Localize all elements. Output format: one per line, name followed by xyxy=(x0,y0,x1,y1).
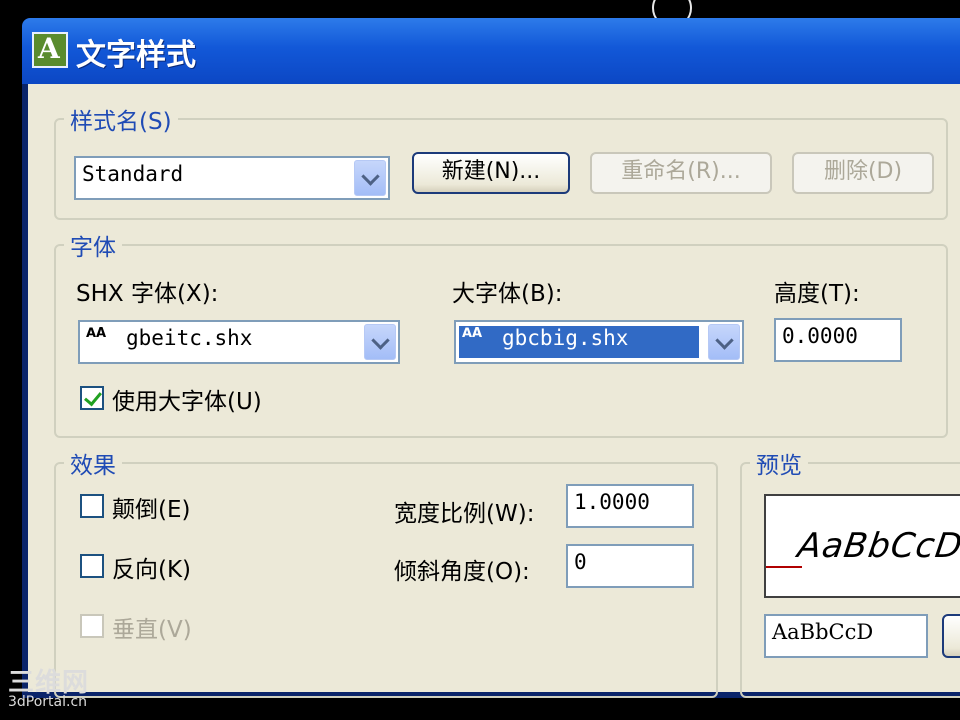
preview-sample-text: AaBbCcD xyxy=(795,526,960,566)
upside-down-label: 颠倒(E) xyxy=(112,497,191,523)
height-label: 高度(T): xyxy=(774,281,860,307)
chevron-down-icon[interactable] xyxy=(364,324,396,360)
text-style-dialog: A 文字样式 样式名(S) Standard 新建(N)... 重命名(R)..… xyxy=(22,18,960,698)
shx-font-dropdown[interactable]: ꓮA gbeitc.shx xyxy=(78,320,400,364)
rename-style-button[interactable]: 重命名(R)... xyxy=(590,152,772,194)
height-input[interactable]: 0.0000 xyxy=(774,318,902,362)
backwards-label: 反向(K) xyxy=(112,557,192,583)
oblique-angle-input[interactable]: 0 xyxy=(566,544,694,588)
preview-button[interactable] xyxy=(942,614,960,658)
big-font-label: 大字体(B): xyxy=(452,281,563,307)
big-font-icon: ꓮA xyxy=(462,326,483,341)
upside-down-checkbox[interactable] xyxy=(80,494,104,518)
dialog-client-area: 样式名(S) Standard 新建(N)... 重命名(R)... 删除(D)… xyxy=(28,84,960,698)
backwards-checkbox[interactable] xyxy=(80,554,104,578)
new-style-button[interactable]: 新建(N)... xyxy=(412,152,570,194)
font-group-label: 字体 xyxy=(64,228,122,262)
use-big-font-checkbox[interactable] xyxy=(80,386,104,410)
width-factor-input[interactable]: 1.0000 xyxy=(566,484,694,528)
effects-group-label: 效果 xyxy=(64,446,122,480)
width-factor-label: 宽度比例(W): xyxy=(394,501,535,527)
preview-text-input[interactable]: AaBbCcD xyxy=(764,614,928,658)
preview-baseline xyxy=(766,566,802,568)
vertical-label: 垂直(V) xyxy=(112,617,192,643)
big-font-value: gbcbig.shx xyxy=(502,326,629,350)
shx-font-label: SHX 字体(X): xyxy=(76,281,219,307)
style-name-value: Standard xyxy=(82,162,184,186)
shx-font-value: gbeitc.shx xyxy=(126,326,253,350)
window-title: 文字样式 xyxy=(76,38,196,73)
style-name-dropdown[interactable]: Standard xyxy=(74,156,390,200)
use-big-font-label: 使用大字体(U) xyxy=(112,389,262,415)
oblique-angle-label: 倾斜角度(O): xyxy=(394,559,530,585)
chevron-down-icon[interactable] xyxy=(354,160,386,196)
title-bar[interactable]: A 文字样式 xyxy=(22,18,960,84)
chevron-down-icon[interactable] xyxy=(708,324,740,360)
big-font-dropdown[interactable]: ꓮA gbcbig.shx xyxy=(454,320,744,364)
watermark-url: 3dPortal.cn xyxy=(8,694,88,710)
delete-style-button[interactable]: 删除(D) xyxy=(792,152,934,194)
style-name-group-label: 样式名(S) xyxy=(64,102,178,136)
autocad-app-icon: A xyxy=(32,32,68,68)
preview-group-label: 预览 xyxy=(750,446,808,480)
shx-font-icon: ꓮA xyxy=(86,326,107,341)
vertical-checkbox[interactable] xyxy=(80,614,104,638)
preview-canvas: AaBbCcD xyxy=(764,494,960,598)
